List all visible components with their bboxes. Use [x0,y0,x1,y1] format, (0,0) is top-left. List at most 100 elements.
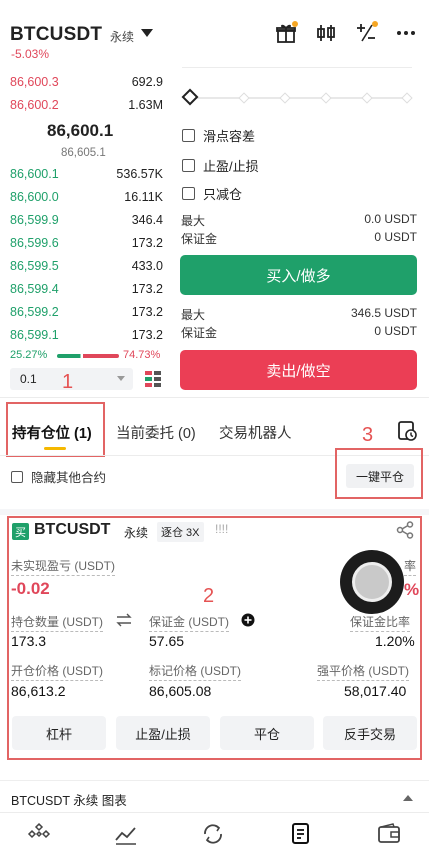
option-label: 只减仓 [203,187,243,202]
add-margin-icon[interactable] [241,613,255,627]
bid-price: 86,599.1 [10,328,59,342]
symbol-title[interactable]: BTCUSDT [10,24,102,46]
bid-qty: 346.4 [131,213,163,227]
bid-qty: 536.57K [116,167,163,181]
slider-step [361,92,373,104]
ask-row[interactable]: 86,600.3 692.9 [10,71,165,93]
bid-row[interactable]: 86,599.5 433.0 [10,255,165,277]
position-symbol[interactable]: BTCUSDT [34,521,110,539]
leverage-slider-track[interactable] [190,97,410,99]
chart-label: BTCUSDT 永续 图表 [11,794,127,808]
reverse-trade-button[interactable]: 反手交易 [323,716,417,750]
wallet-icon[interactable] [377,822,401,846]
orderbook-layout-icon[interactable] [143,369,163,389]
bid-row[interactable]: 86,599.4 173.2 [10,278,165,300]
swap-icon[interactable] [116,613,132,627]
mark-price: 86,605.1 [61,147,106,159]
screen-recorder-button[interactable] [340,550,404,614]
futures-icon[interactable] [289,822,313,846]
hide-other-label: 隐藏其他合约 [31,471,107,485]
home-logo-icon[interactable] [27,822,51,846]
pnl-label: 未实现盈亏 (USDT) [11,557,115,576]
bid-price: 86,600.0 [10,190,59,204]
margin-ratio-label: 保证金比率 [350,613,411,632]
ask-price: 86,600.2 [10,98,59,112]
symbol-dropdown-icon[interactable] [141,29,153,37]
bid-row[interactable]: 86,600.0 16.11K [10,186,165,208]
entry-price-label: 开仓价格 (USDT) [11,662,103,681]
sell-max-row: 最大 346.5 USDT [181,306,417,322]
roe-value: % [404,580,420,599]
option-label: 滑点容差 [203,129,256,144]
price-change: -5.03% [11,47,50,61]
more-icon[interactable] [393,20,419,46]
annotation-number: 3 [362,424,374,446]
checkbox[interactable] [182,159,195,172]
slider-step [238,92,250,104]
section-divider [0,397,429,398]
checkbox[interactable] [182,187,195,200]
candlestick-icon[interactable] [313,20,339,46]
roe-label: 率 [404,557,417,576]
bid-row[interactable]: 86,599.6 173.2 [10,232,165,254]
qty-value: 173.3 [11,633,47,649]
leverage-slider-handle[interactable] [181,88,199,106]
annotation-number: 2 [203,585,215,607]
trade-icon[interactable] [201,822,225,846]
margin-mode-badge[interactable]: 逐仓 3X [157,522,204,542]
checkbox[interactable] [182,129,195,142]
annotation-box [6,402,105,457]
order-history-icon[interactable] [396,420,418,442]
contract-type: 永续 [110,30,135,44]
ask-qty: 692.9 [131,75,163,89]
ask-row[interactable]: 86,600.2 1.63M [10,94,165,116]
entry-price-value: 86,613.2 [11,683,66,699]
bid-qty: 173.2 [131,236,163,250]
markets-icon[interactable] [114,822,138,846]
chevron-down-icon [117,376,125,381]
bid-price: 86,599.5 [10,259,59,273]
slippage-option[interactable]: 滑点容差 [182,126,255,145]
long-badge: 买 [12,523,29,540]
reduce-only-option[interactable]: 只减仓 [182,184,242,203]
sell-ratio: 74.73% [123,349,161,361]
leverage-button[interactable]: 杠杆 [12,716,106,750]
chevron-up-icon[interactable] [403,795,413,801]
bid-row[interactable]: 86,599.1 173.2 [10,324,165,346]
share-icon[interactable] [396,521,414,539]
liq-price-value: 58,017.40 [344,683,407,699]
buy-ratio: 25.27% [10,349,48,361]
bid-row[interactable]: 86,599.2 173.2 [10,301,165,323]
slider-step [320,92,332,104]
bid-price: 86,599.2 [10,305,59,319]
sell-short-button[interactable]: 卖出/做空 [180,350,417,390]
panel-divider [182,67,412,68]
gift-icon[interactable] [273,20,299,46]
position-type: 永续 [124,526,149,540]
slider-step [401,92,413,104]
buy-long-button[interactable]: 买入/做多 [180,255,417,295]
tpsl-option[interactable]: 止盈/止损 [182,156,259,175]
margin-label: 保证金 (USDT) [149,613,229,632]
slider-step [279,92,291,104]
margin-value: 57.65 [149,633,185,649]
bid-qty: 16.11K [124,190,163,204]
tpsl-button[interactable]: 止盈/止损 [116,716,210,750]
adl-indicator: !!!! [215,522,229,536]
bid-price: 86,599.6 [10,236,59,250]
header-toolbar [273,20,419,46]
bid-qty: 433.0 [131,259,163,273]
mark-price-label: 标记价格 (USDT) [149,662,241,681]
checkbox[interactable] [11,470,23,483]
bid-price: 86,600.1 [10,167,59,181]
tab-open-orders[interactable]: 当前委托 (0) [116,422,196,443]
bid-row[interactable]: 86,600.1 536.57K [10,163,165,185]
bid-price: 86,599.9 [10,213,59,227]
calculator-icon[interactable] [353,20,379,46]
liq-price-label: 强平价格 (USDT) [317,662,409,681]
card-spacer [0,509,429,515]
hide-other-contracts[interactable]: 隐藏其他合约 [11,467,106,486]
tab-trading-bots[interactable]: 交易机器人 [219,422,292,443]
bid-row[interactable]: 86,599.9 346.4 [10,209,165,231]
close-position-button[interactable]: 平仓 [220,716,314,750]
